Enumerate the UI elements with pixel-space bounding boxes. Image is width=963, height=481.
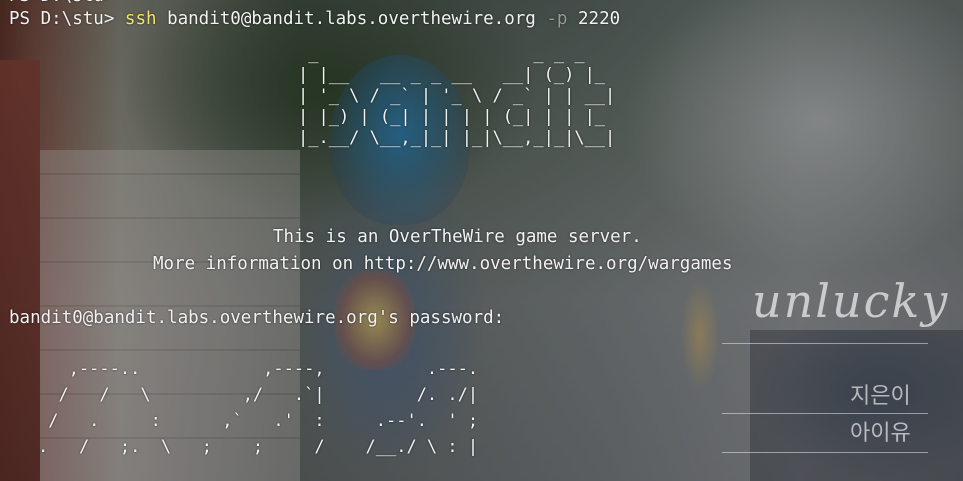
password-prompt[interactable]: bandit0@bandit.labs.overthewire.org's pa… — [9, 305, 504, 332]
bandit-ascii-banner: _ _ _ _ | |__ __ _ _ __ __| (_) |_ | '_ … — [298, 44, 616, 148]
wallpaper-divider — [722, 452, 928, 453]
command-line: PS D:\stu> ssh bandit0@bandit.labs.overt… — [9, 6, 620, 33]
command-target: bandit0@bandit.labs.overthewire.org — [167, 9, 536, 29]
wallpaper-divider — [722, 413, 928, 414]
terminal-window[interactable]: unlucky 지은이 아이유 PS D:\stu> PS D:\stu> ss… — [0, 0, 963, 481]
wallpaper-divider — [722, 343, 928, 344]
command-port: 2220 — [578, 9, 621, 29]
info-message: More information on http://www.overthewi… — [153, 254, 733, 274]
wallpaper-artist-label: 지은이 — [850, 384, 911, 409]
command-flag: -p — [546, 9, 568, 29]
command-name: ssh — [124, 9, 157, 29]
wallpaper-song-title: unlucky — [752, 274, 950, 328]
ascii-art-bottom: ,----.. ,----, .---. / / \ ,/ .`| /. ./|… — [38, 359, 479, 457]
welcome-message: This is an OverTheWire game server. — [273, 227, 642, 247]
prompt-prefix: PS D:\stu> — [9, 9, 115, 29]
wallpaper-artist-name: 아이유 — [850, 421, 911, 446]
